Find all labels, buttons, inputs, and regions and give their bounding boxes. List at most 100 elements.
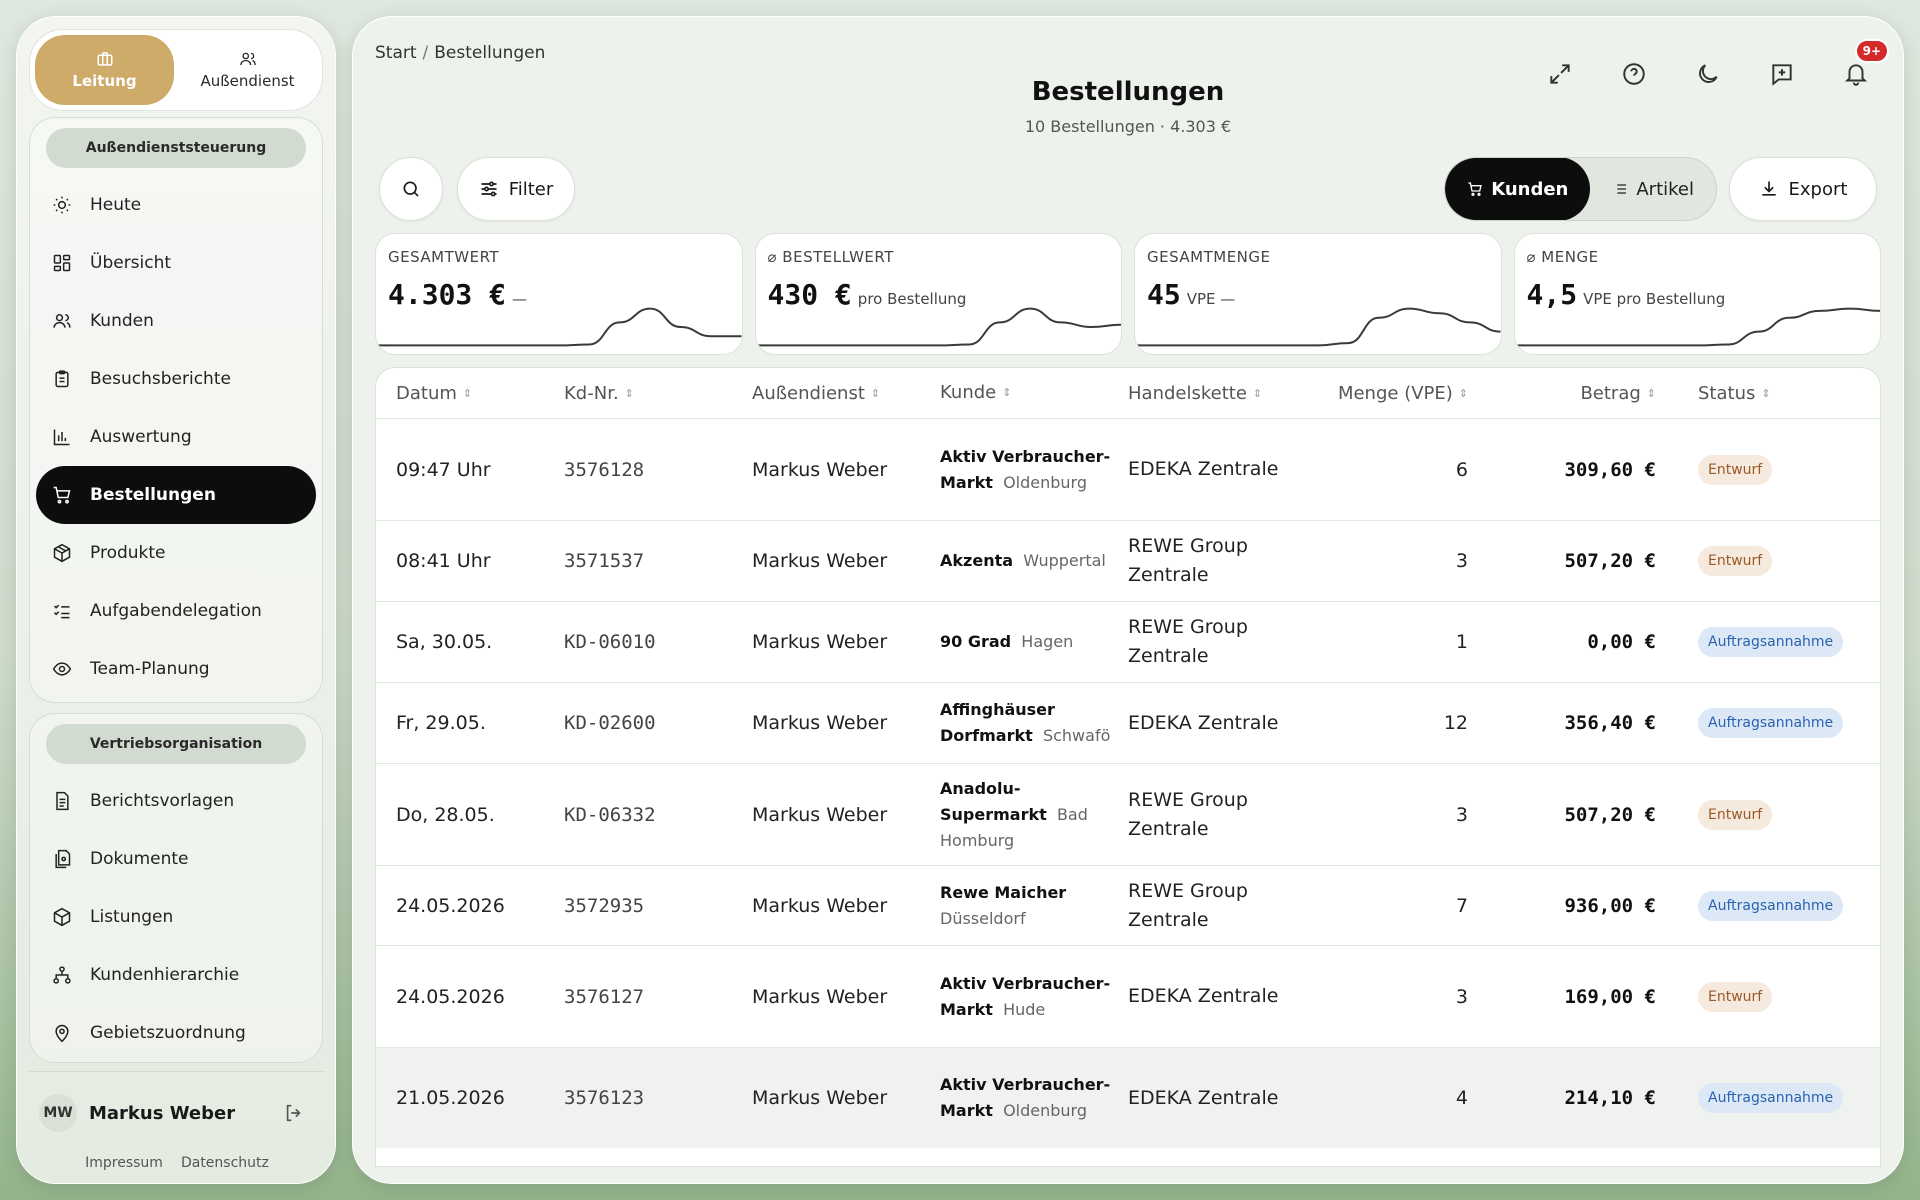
breadcrumb-current: Bestellungen: [434, 43, 546, 63]
cell-betrag: 169,00 €: [1564, 985, 1656, 1008]
customer-name[interactable]: Akzenta: [940, 551, 1013, 570]
cell-betrag: 507,20 €: [1564, 550, 1656, 572]
status-badge: Entwurf: [1698, 454, 1773, 485]
customer-name[interactable]: Affinghäuser Dorfmarkt: [940, 700, 1055, 745]
cell-handelskette: EDEKA Zentrale: [1128, 1086, 1279, 1109]
column-header-betrag[interactable]: Betrag ⇕: [1468, 383, 1656, 404]
map-pin-icon: [55, 1024, 69, 1043]
toolbar-right: Kunden Artikel Export: [1444, 157, 1877, 221]
sidebar-item-label: Auswertung: [90, 427, 192, 447]
sort-icon: ⇕: [1002, 386, 1012, 399]
sidebar-item-berichtsvorlagen[interactable]: Berichtsvorlagen: [36, 772, 316, 830]
sidebar-item-bestellungen[interactable]: Bestellungen: [36, 466, 316, 524]
cell-datum: 21.05.2026: [396, 1087, 505, 1109]
sidebar-item-kundenhierarchie[interactable]: Kundenhierarchie: [36, 946, 316, 1004]
sidebar-item-team-planung[interactable]: Team-Planung: [36, 640, 316, 698]
status-badge: Auftragsannahme: [1698, 1083, 1844, 1113]
clipboard-icon: [55, 370, 69, 388]
breadcrumb-start[interactable]: Start: [375, 43, 417, 63]
help-button[interactable]: [1621, 61, 1647, 87]
sidebar-item-label: Produkte: [90, 543, 166, 563]
view-kunden-button[interactable]: Kunden: [1445, 158, 1591, 220]
column-header-menge[interactable]: Menge (VPE) ⇕: [1318, 383, 1468, 404]
datenschutz-link[interactable]: Datenschutz: [181, 1155, 269, 1171]
customer-name[interactable]: 90 Grad: [940, 632, 1011, 651]
logout-icon[interactable]: [283, 1102, 305, 1124]
cell-kdnr: KD-06332: [564, 803, 656, 826]
search-button[interactable]: [379, 157, 443, 221]
table-row[interactable]: Do, 28.05. KD-06332 Markus Weber Anadolu-Su…: [376, 763, 1880, 865]
cell-menge: 1: [1455, 631, 1468, 653]
view-artikel-button[interactable]: Artikel: [1590, 158, 1716, 220]
cell-aussendienst: Markus Weber: [752, 712, 888, 734]
table-row[interactable]: 09:47 Uhr 3576128 Markus Weber Aktiv Verbra…: [376, 418, 1880, 520]
cell-handelskette: REWE Group Zentrale: [1128, 788, 1248, 840]
column-header-kdnr[interactable]: Kd-Nr. ⇕: [564, 383, 752, 404]
customer-city: Schwafö: [1042, 726, 1111, 745]
customer-name[interactable]: Rewe Maicher: [940, 883, 1066, 902]
status-badge: Auftragsannahme: [1698, 890, 1844, 921]
column-header-handelskette[interactable]: Handelskette ⇕: [1128, 379, 1318, 408]
column-header-datum[interactable]: Datum ⇕: [376, 383, 564, 404]
column-label: Betrag: [1580, 382, 1641, 404]
table-row[interactable]: 24.05.2026 3576127 Markus Weber Aktiv Verbr…: [376, 945, 1880, 1047]
cell-kdnr: KD-02600: [564, 712, 656, 734]
sort-icon: ⇕: [1646, 386, 1656, 400]
table-row[interactable]: Fr, 29.05. KD-02600 Markus Weber Affinghäus…: [376, 682, 1880, 763]
notifications-button[interactable]: 9+: [1843, 39, 1889, 87]
table-row[interactable]: 24.05.2026 3572935 Markus Weber Rewe Maiche…: [376, 865, 1880, 945]
role-aussendienst-button[interactable]: Außendienst: [178, 35, 317, 105]
sidebar-item-uebersicht[interactable]: Übersicht: [36, 234, 316, 292]
cell-aussendienst: Markus Weber: [752, 1087, 888, 1109]
customer-name[interactable]: Anadolu-Supermarkt: [940, 779, 1047, 824]
dark-mode-button[interactable]: [1695, 61, 1721, 87]
export-label: Export: [1788, 178, 1848, 200]
sidebar-item-dokumente[interactable]: Dokumente: [36, 830, 316, 888]
sidebar-item-label: Besuchsberichte: [90, 369, 231, 389]
cell-menge: 3: [1455, 803, 1468, 826]
column-header-kunde[interactable]: Kunde ⇕: [940, 380, 1128, 406]
impressum-link[interactable]: Impressum: [85, 1155, 163, 1171]
table-row[interactable]: Sa, 30.05. KD-06010 Markus Weber 90 Grad Ha…: [376, 601, 1880, 682]
feedback-button[interactable]: [1769, 61, 1795, 87]
sparkline: [1514, 307, 1880, 347]
sidebar-item-heute[interactable]: Heute: [36, 176, 316, 234]
view-toggle: Kunden Artikel: [1444, 157, 1717, 221]
column-header-status[interactable]: Status ⇕: [1656, 383, 1842, 404]
divider: [29, 1071, 325, 1072]
cell-kunde: Aktiv Verbraucher-Markt Oldenburg: [940, 444, 1128, 496]
export-button[interactable]: Export: [1729, 157, 1877, 221]
user-name: Markus Weber: [89, 1102, 236, 1124]
notification-badge: 9+: [1854, 39, 1889, 63]
column-header-aussendienst[interactable]: Außendienst ⇕: [752, 383, 940, 404]
sidebar-item-besuchsberichte[interactable]: Besuchsberichte: [36, 350, 316, 408]
fullscreen-button[interactable]: [1547, 61, 1573, 87]
cell-datum: 24.05.2026: [396, 894, 505, 917]
main-panel: Start / Bestellungen Bestellungen 10 Beste…: [352, 16, 1904, 1184]
cell-kunde: Aktiv Verbraucher-Markt Oldenburg: [940, 1072, 1128, 1124]
filter-button[interactable]: Filter: [457, 157, 575, 221]
sidebar-item-listungen[interactable]: Listungen: [36, 888, 316, 946]
table-row[interactable]: 21.05.2026 3576123 Markus Weber Aktiv Verbr…: [376, 1047, 1880, 1148]
sidebar-item-kunden[interactable]: Kunden: [36, 292, 316, 350]
cell-datum: Sa, 30.05.: [396, 631, 493, 653]
sidebar-item-label: Gebietszuordnung: [90, 1023, 246, 1043]
cell-kunde: 90 Grad Hagen: [940, 629, 1128, 655]
table-row[interactable]: 08:41 Uhr 3571537 Markus Weber Akzenta Wupp…: [376, 520, 1880, 601]
user-profile[interactable]: MW Markus Weber: [39, 1093, 319, 1133]
cell-betrag: 309,60 €: [1564, 458, 1656, 481]
cell-kdnr: 3576128: [564, 458, 645, 481]
role-leitung-button[interactable]: Leitung: [35, 35, 174, 105]
sidebar-item-auswertung[interactable]: Auswertung: [36, 408, 316, 466]
sidebar-item-aufgabendelegation[interactable]: Aufgabendelegation: [36, 582, 316, 640]
cell-kdnr: 3576127: [564, 985, 645, 1008]
sidebar-item-label: Kundenhierarchie: [90, 965, 240, 985]
avatar[interactable]: MW: [39, 1094, 77, 1132]
kpi-row: GESAMTWERT 4.303 € — ⌀ BESTELLWERT 430 €…: [375, 233, 1881, 355]
cell-datum: Fr, 29.05.: [396, 712, 486, 734]
sidebar-item-gebietszuordnung[interactable]: Gebietszuordnung: [36, 1004, 316, 1062]
cell-handelskette: REWE Group Zentrale: [1128, 535, 1248, 586]
sort-icon: ⇕: [624, 386, 634, 400]
sidebar-item-produkte[interactable]: Produkte: [36, 524, 316, 582]
sparkline: [1135, 307, 1501, 347]
